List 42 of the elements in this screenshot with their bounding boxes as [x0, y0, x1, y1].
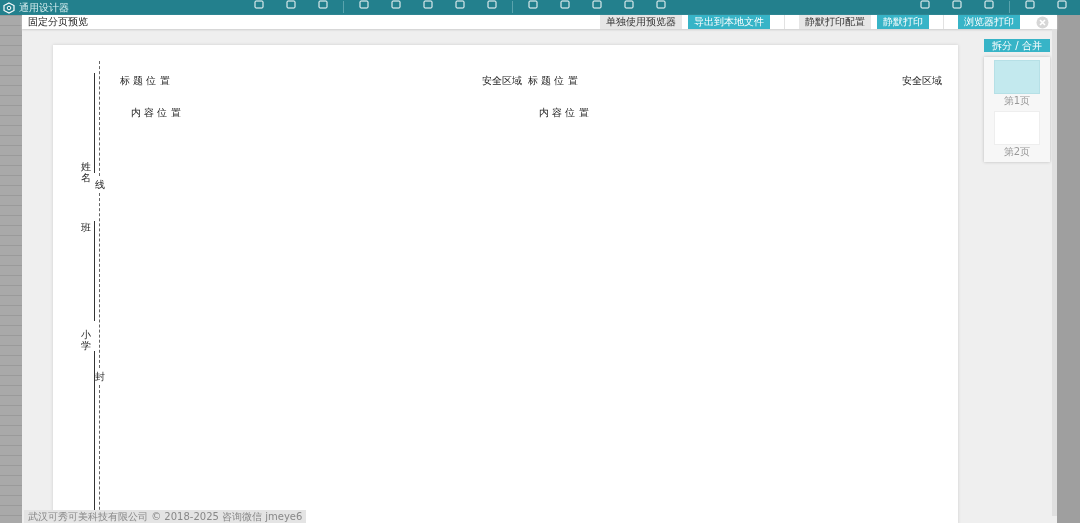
- safe-area-label: 安全区域: [482, 74, 522, 88]
- square-icon[interactable]: [984, 0, 994, 9]
- square-icon[interactable]: [391, 0, 401, 9]
- copyright-text: 武汉可秀可美科技有限公司 © 2018-2025 咨询微信 jmeye6: [24, 510, 307, 523]
- square-icon[interactable]: [528, 0, 538, 9]
- action-button[interactable]: 静默打印配置: [799, 15, 871, 29]
- square-icon[interactable]: [624, 0, 634, 9]
- square-icon[interactable]: [656, 0, 666, 9]
- dialog-title: 固定分页预览: [28, 15, 88, 29]
- square-icon[interactable]: [592, 0, 602, 9]
- scrollbar[interactable]: [1052, 29, 1057, 516]
- square-icon[interactable]: [286, 0, 296, 9]
- page-label: 第2页: [1003, 145, 1031, 159]
- body-text: 内 容 位 置: [131, 106, 182, 120]
- app-title: 通用设计器: [19, 2, 69, 14]
- safe-area-label: 安全区域: [902, 74, 942, 88]
- square-icon[interactable]: [487, 0, 497, 9]
- heading-text: 标 题 位 置: [528, 74, 578, 88]
- square-icon[interactable]: [423, 0, 433, 9]
- square-icon[interactable]: [952, 0, 962, 9]
- action-button[interactable]: 单独使用预览器: [600, 15, 682, 29]
- square-icon[interactable]: [254, 0, 264, 9]
- action-button[interactable]: 导出到本地文件: [688, 15, 770, 29]
- name-label: 姓名: [81, 161, 91, 183]
- square-icon[interactable]: [359, 0, 369, 9]
- seal-mark: 封: [94, 371, 105, 382]
- square-icon[interactable]: [920, 0, 930, 9]
- action-button[interactable]: 静默打印: [877, 15, 929, 29]
- seal-mark: 线: [94, 179, 105, 190]
- square-icon[interactable]: [455, 0, 465, 9]
- class-label: 班: [81, 222, 91, 233]
- body-text: 内 容 位 置: [539, 106, 590, 120]
- school-label: 小学: [81, 329, 91, 351]
- square-icon[interactable]: [1057, 0, 1067, 9]
- page-thumbnail[interactable]: [994, 60, 1040, 94]
- square-icon[interactable]: [318, 0, 328, 9]
- square-icon[interactable]: [1025, 0, 1035, 9]
- square-icon[interactable]: [560, 0, 570, 9]
- split-merge-button[interactable]: 拆分 / 合并: [984, 39, 1050, 52]
- heading-text: 标 题 位 置: [120, 74, 170, 88]
- page-label: 第1页: [1003, 94, 1031, 108]
- action-button[interactable]: 浏览器打印: [958, 15, 1020, 29]
